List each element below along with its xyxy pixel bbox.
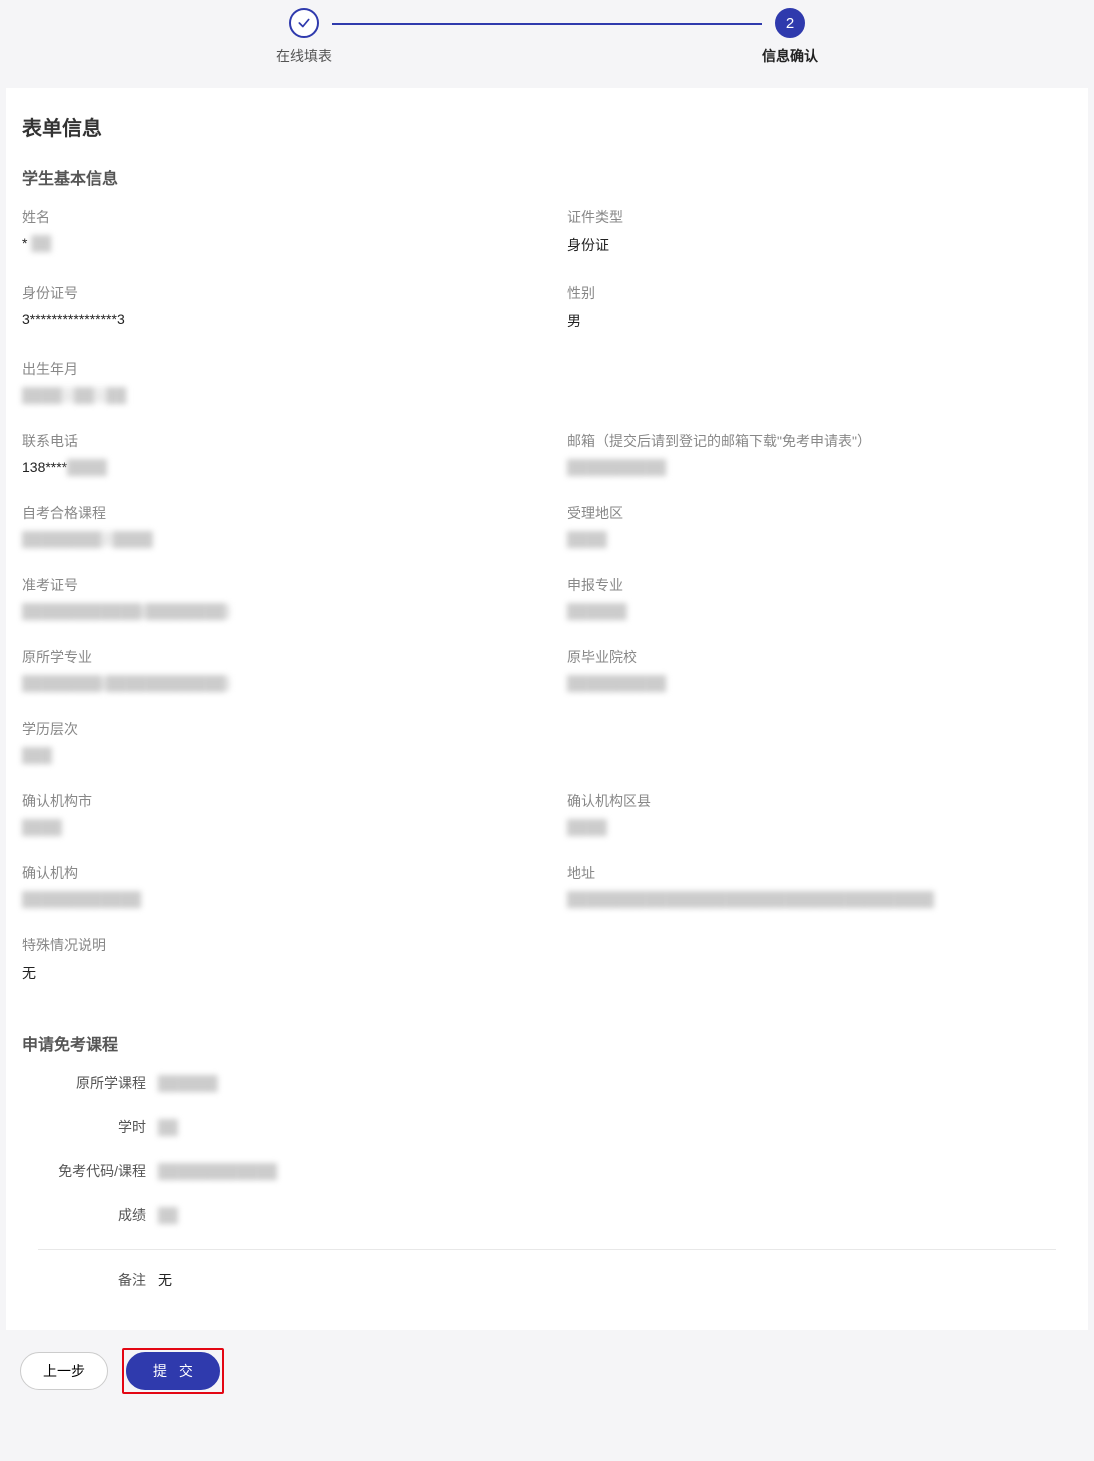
value-city: ████ <box>22 819 527 835</box>
value-score: ██ <box>158 1207 178 1223</box>
field-special: 特殊情况说明 无 <box>22 935 1072 983</box>
value-origschool: ██████████ <box>567 675 1072 691</box>
value-email: ██████████ <box>567 459 1072 475</box>
label-org: 确认机构 <box>22 863 527 883</box>
row-score: 成绩 ██ <box>38 1205 1056 1225</box>
check-icon <box>289 8 319 38</box>
course-list: 原所学课程 ██████ 学时 ██ 免考代码/课程 ████████████ … <box>38 1073 1056 1250</box>
value-examid: ████████████(████████) <box>22 603 527 619</box>
label-name: 姓名 <box>22 207 527 227</box>
field-name: 姓名 * ██ <box>22 207 527 255</box>
field-origmajor: 原所学专业 ████████(████████████) <box>22 647 527 691</box>
steps-bar: 在线填表 2 信息确认 <box>0 0 1094 76</box>
field-city: 确认机构市 ████ <box>22 791 527 835</box>
section-courses-title: 申请免考课程 <box>22 1031 1072 1055</box>
value-edulevel: ███ <box>22 747 1072 763</box>
value-idnum: 3****************3 <box>22 311 527 327</box>
value-name: * ██ <box>22 235 527 251</box>
label-gender: 性别 <box>567 283 1072 303</box>
field-address: 地址 █████████████████████████████████████ <box>567 863 1072 907</box>
label-address: 地址 <box>567 863 1072 883</box>
step-1: 在线填表 <box>276 8 332 66</box>
value-idtype: 身份证 <box>567 235 1072 255</box>
label-email: 邮箱（提交后请到登记的邮箱下载"免考申请表"） <box>567 431 1072 451</box>
label-city: 确认机构市 <box>22 791 527 811</box>
step-1-label: 在线填表 <box>276 46 332 66</box>
value-code: ████████████ <box>158 1163 277 1179</box>
label-score: 成绩 <box>38 1205 158 1225</box>
value-qualified: ████████ / ████ <box>22 531 527 547</box>
label-code: 免考代码/课程 <box>38 1161 158 1181</box>
field-idtype: 证件类型 身份证 <box>567 207 1072 255</box>
label-origmajor: 原所学专业 <box>22 647 527 667</box>
label-birth: 出生年月 <box>22 359 1072 379</box>
field-email: 邮箱（提交后请到登记的邮箱下载"免考申请表"） ██████████ <box>567 431 1072 475</box>
label-region: 受理地区 <box>567 503 1072 523</box>
label-hours: 学时 <box>38 1117 158 1137</box>
value-special: 无 <box>22 963 1072 983</box>
value-phone: 138****████ <box>22 459 527 475</box>
prev-button[interactable]: 上一步 <box>20 1352 108 1390</box>
label-special: 特殊情况说明 <box>22 935 1072 955</box>
courses-section: 申请免考课程 原所学课程 ██████ 学时 ██ 免考代码/课程 ██████… <box>22 1031 1072 1290</box>
row-orig-course: 原所学课程 ██████ <box>38 1073 1056 1093</box>
label-edulevel: 学历层次 <box>22 719 1072 739</box>
row-code: 免考代码/课程 ████████████ <box>38 1161 1056 1181</box>
value-hours: ██ <box>158 1119 178 1135</box>
value-district: ████ <box>567 819 1072 835</box>
field-birth: 出生年月 ████ - ██ - ██ <box>22 359 1072 403</box>
field-gender: 性别 男 <box>567 283 1072 331</box>
value-gender: 男 <box>567 311 1072 331</box>
submit-button[interactable]: 提 交 <box>126 1352 220 1390</box>
section-basic-title: 学生基本信息 <box>22 165 1072 189</box>
label-idnum: 身份证号 <box>22 283 527 303</box>
value-orig-course: ██████ <box>158 1075 218 1091</box>
card-title: 表单信息 <box>22 112 1072 141</box>
value-origmajor: ████████(████████████) <box>22 675 527 691</box>
value-org: ████████████ <box>22 891 527 907</box>
footer-actions: 上一步 提 交 <box>0 1330 1094 1414</box>
label-phone: 联系电话 <box>22 431 527 451</box>
step-2-label: 信息确认 <box>762 46 818 66</box>
submit-highlight: 提 交 <box>122 1348 224 1394</box>
label-examid: 准考证号 <box>22 575 527 595</box>
value-birth: ████ - ██ - ██ <box>22 387 1072 403</box>
row-remark: 备注 无 <box>38 1270 1072 1290</box>
field-idnum: 身份证号 3****************3 <box>22 283 527 331</box>
step-2-number: 2 <box>775 8 805 38</box>
label-orig-course: 原所学课程 <box>38 1073 158 1093</box>
field-major: 申报专业 ██████ <box>567 575 1072 619</box>
field-region: 受理地区 ████ <box>567 503 1072 547</box>
field-qualified: 自考合格课程 ████████ / ████ <box>22 503 527 547</box>
row-hours: 学时 ██ <box>38 1117 1056 1137</box>
value-region: ████ <box>567 531 1072 547</box>
field-phone: 联系电话 138****████ <box>22 431 527 475</box>
value-major: ██████ <box>567 603 1072 619</box>
label-idtype: 证件类型 <box>567 207 1072 227</box>
label-origschool: 原毕业院校 <box>567 647 1072 667</box>
label-remark: 备注 <box>38 1270 158 1290</box>
field-examid: 准考证号 ████████████(████████) <box>22 575 527 619</box>
field-origschool: 原毕业院校 ██████████ <box>567 647 1072 691</box>
field-edulevel: 学历层次 ███ <box>22 719 1072 763</box>
value-remark: 无 <box>158 1270 172 1290</box>
value-address: █████████████████████████████████████ <box>567 891 1072 907</box>
label-major: 申报专业 <box>567 575 1072 595</box>
label-qualified: 自考合格课程 <box>22 503 527 523</box>
step-2: 2 信息确认 <box>762 8 818 66</box>
field-district: 确认机构区县 ████ <box>567 791 1072 835</box>
basic-info-grid: 姓名 * ██ 证件类型 身份证 身份证号 3****************3… <box>22 207 1072 1011</box>
field-org: 确认机构 ████████████ <box>22 863 527 907</box>
label-district: 确认机构区县 <box>567 791 1072 811</box>
step-line <box>332 23 762 25</box>
form-card: 表单信息 学生基本信息 姓名 * ██ 证件类型 身份证 身份证号 3*****… <box>6 88 1088 1330</box>
